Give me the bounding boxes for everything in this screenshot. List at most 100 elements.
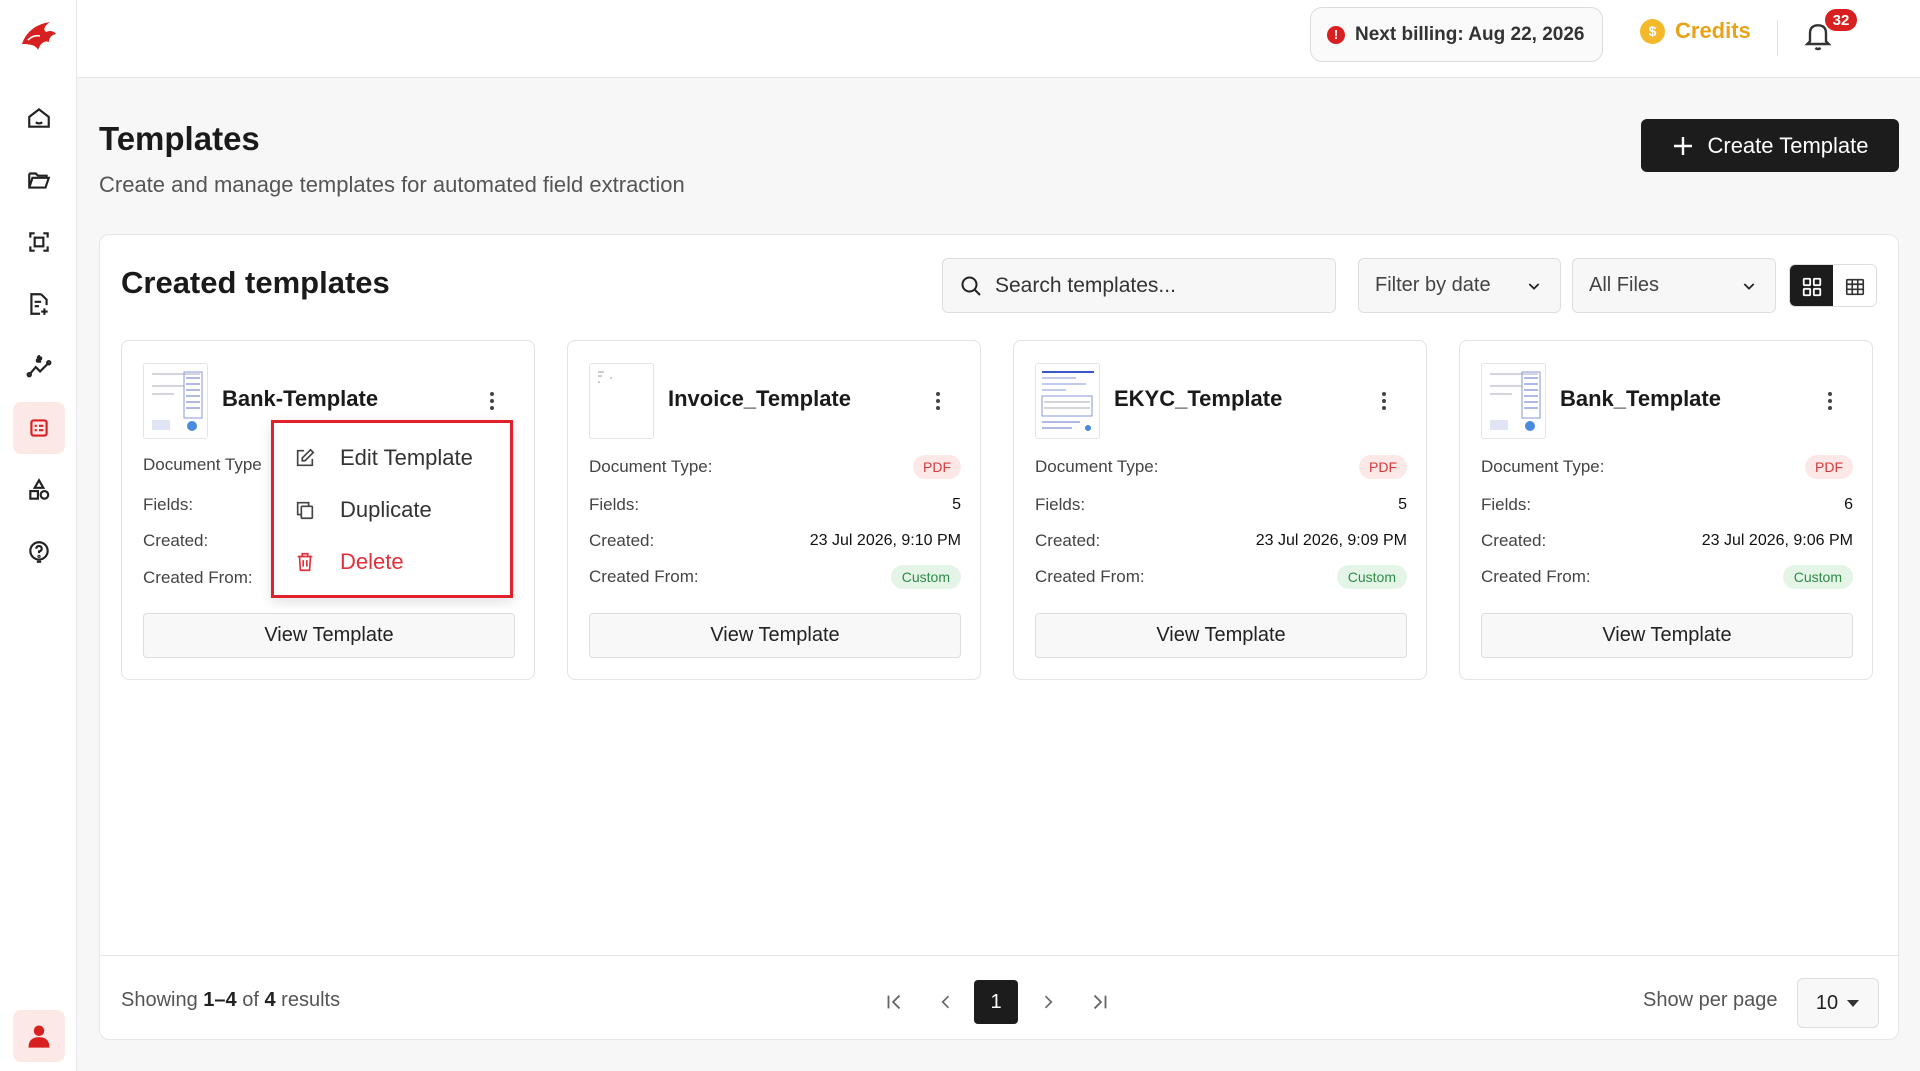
created-from-label: Created From:	[143, 568, 253, 587]
nav-documents[interactable]	[13, 278, 65, 330]
create-template-button[interactable]: Create Template	[1641, 119, 1899, 172]
delete-menu-item[interactable]: Delete	[294, 549, 404, 575]
coin-icon: $	[1640, 18, 1665, 44]
showing-prefix: Showing	[121, 989, 198, 1011]
showing-total: 4	[264, 989, 276, 1011]
template-name: Invoice_Template	[668, 386, 851, 411]
trash-icon	[297, 552, 313, 572]
view-toggle	[1789, 264, 1877, 307]
search-input[interactable]	[995, 273, 1315, 298]
chevron-down-icon	[1528, 282, 1540, 290]
template-name: EKYC_Template	[1114, 386, 1283, 411]
grid-icon	[1802, 277, 1821, 296]
edit-icon	[296, 448, 315, 467]
more-options-icon[interactable]	[1379, 389, 1389, 413]
filter-files-select[interactable]: All Files	[1572, 258, 1776, 313]
page-title: Templates	[99, 120, 260, 157]
first-page-button[interactable]	[876, 980, 912, 1024]
panel-footer-divider	[100, 955, 1898, 956]
view-template-button[interactable]: View Template	[1481, 613, 1853, 658]
created-value: 23 Jul 2026, 9:06 PM	[1701, 532, 1853, 549]
document-thumbnail	[589, 363, 654, 439]
billing-text: Next billing: Aug 22, 2026	[1355, 23, 1585, 45]
billing-notice: ! Next billing: Aug 22, 2026	[1310, 7, 1604, 62]
table-view-button[interactable]	[1833, 265, 1876, 306]
search-icon	[961, 276, 981, 296]
filter-date-select[interactable]: Filter by date	[1358, 258, 1561, 313]
sidebar	[0, 0, 77, 1071]
doc-type-badge: PDF	[1805, 455, 1853, 479]
results-summary: Showing 1–4 of 4 results	[121, 989, 340, 1012]
filter-date-label: Filter by date	[1375, 274, 1491, 296]
view-template-button[interactable]: View Template	[589, 613, 961, 658]
fields-value: 6	[1844, 496, 1853, 513]
copy-icon	[296, 501, 314, 520]
search-box[interactable]	[942, 258, 1336, 313]
created-from-row: Created From: Custom	[1481, 565, 1853, 589]
document-type-label: Document Type:	[589, 457, 713, 476]
template-name: Bank-Template	[222, 386, 379, 411]
user-avatar[interactable]	[13, 1010, 65, 1062]
more-options-icon[interactable]	[933, 389, 943, 413]
nav-files[interactable]	[13, 154, 65, 206]
create-template-label: Create Template	[1707, 132, 1869, 158]
fields-row: Fields: 6	[1481, 495, 1853, 515]
page-1-button[interactable]: 1	[974, 980, 1018, 1024]
document-type-label: Document Type	[143, 455, 262, 474]
next-page-button[interactable]	[1030, 980, 1066, 1024]
document-thumbnail	[1481, 363, 1546, 439]
document-type-row: Document Type: PDF	[1481, 455, 1853, 479]
chevron-left-icon	[941, 995, 950, 1009]
edit-template-label: Edit Template	[340, 445, 473, 470]
created-label: Created:	[143, 531, 209, 550]
more-options-icon[interactable]	[1825, 389, 1835, 413]
document-type-row: Document Type: PDF	[589, 455, 961, 479]
template-name: Bank_Template	[1560, 386, 1721, 411]
panel-title: Created templates	[121, 265, 390, 300]
document-type-label: Document Type:	[1035, 457, 1159, 476]
duplicate-menu-item[interactable]: Duplicate	[294, 497, 432, 523]
per-page-label: Show per page	[1643, 989, 1778, 1011]
last-page-icon	[1093, 994, 1107, 1010]
doc-type-badge: PDF	[913, 455, 961, 479]
template-icon	[30, 419, 48, 437]
created-from-row: Created From: Custom	[589, 565, 961, 589]
fields-value: 5	[1398, 496, 1407, 513]
showing-results: results	[281, 989, 341, 1011]
templates-panel: Created templates Filter by date All Fil…	[99, 234, 1899, 1040]
top-bar: ! Next billing: Aug 22, 2026 $ Credits 3…	[77, 0, 1920, 78]
duplicate-label: Duplicate	[340, 497, 432, 522]
last-page-button[interactable]	[1082, 980, 1118, 1024]
scan-icon	[29, 232, 49, 252]
edit-template-menu-item[interactable]: Edit Template	[294, 445, 473, 471]
brand-logo-icon[interactable]	[16, 14, 60, 58]
credits-button[interactable]: $ Credits	[1640, 18, 1751, 44]
nav-help[interactable]	[13, 526, 65, 578]
fields-label: Fields:	[143, 495, 194, 514]
prev-page-button[interactable]	[928, 980, 964, 1024]
shapes-icon	[29, 478, 50, 500]
per-page-select[interactable]: 10	[1797, 978, 1879, 1028]
help-circle-icon	[29, 541, 49, 563]
view-template-button[interactable]: View Template	[143, 613, 515, 658]
per-page-value: 10	[1815, 991, 1839, 1014]
doc-type-badge: PDF	[1359, 455, 1407, 479]
nav-home[interactable]	[13, 92, 65, 144]
more-options-icon[interactable]	[487, 389, 497, 413]
nav-analytics[interactable]	[13, 340, 65, 392]
nav-scan[interactable]	[13, 216, 65, 268]
caret-down-icon	[1847, 1000, 1860, 1007]
grid-view-button[interactable]	[1790, 265, 1833, 306]
topbar-divider	[1777, 20, 1778, 56]
document-thumbnail	[1035, 363, 1100, 439]
delete-label: Delete	[340, 549, 404, 574]
credits-label: Credits	[1675, 18, 1751, 43]
fields-row: Fields: 5	[1035, 495, 1407, 515]
plus-icon	[1674, 136, 1693, 155]
document-type-label: Document Type:	[1481, 457, 1605, 476]
nav-shapes[interactable]	[13, 464, 65, 516]
created-label: Created:	[589, 531, 655, 550]
filter-files-label: All Files	[1589, 274, 1660, 296]
nav-templates[interactable]	[13, 402, 65, 454]
view-template-button[interactable]: View Template	[1035, 613, 1407, 658]
